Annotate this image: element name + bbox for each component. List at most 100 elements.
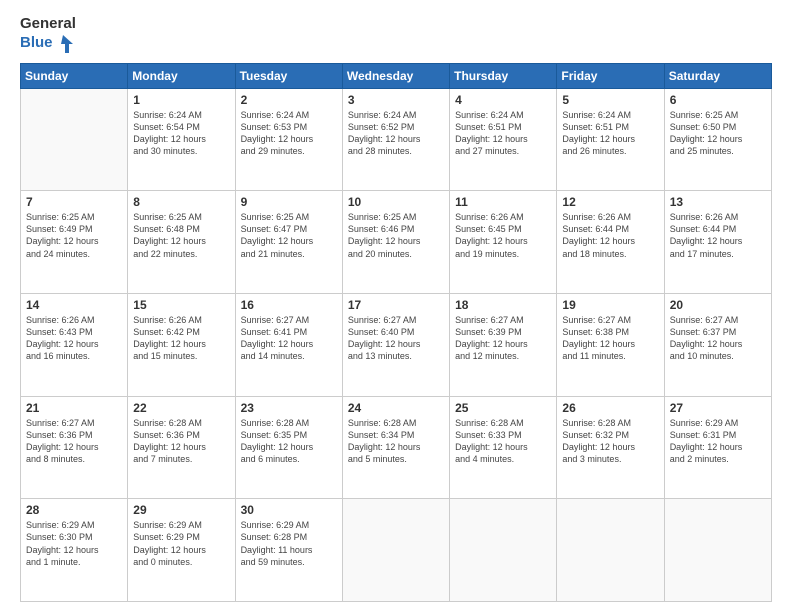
calendar-cell: 30 Sunrise: 6:29 AM Sunset: 6:28 PM Dayli… — [235, 499, 342, 602]
calendar-cell — [21, 88, 128, 191]
logo-blue: Blue — [20, 35, 53, 52]
calendar-cell: 4Sunrise: 6:24 AM Sunset: 6:51 PM Daylig… — [450, 88, 557, 191]
day-number: 19 — [562, 298, 658, 312]
day-number: 15 — [133, 298, 229, 312]
day-number: 11 — [455, 195, 551, 209]
calendar-week-row: 28 Sunrise: 6:29 AM Sunset: 6:30 PM Dayli… — [21, 499, 772, 602]
calendar-cell — [664, 499, 771, 602]
day-info: Sunrise: 6:29 AM Sunset: 6:29 PM Dayligh… — [133, 519, 229, 568]
day-info: Sunrise: 6:24 AM Sunset: 6:51 PM Dayligh… — [562, 109, 658, 158]
day-info: Sunrise: 6:27 AM Sunset: 6:39 PM Dayligh… — [455, 314, 551, 363]
day-number: 9 — [241, 195, 337, 209]
calendar-cell: 25Sunrise: 6:28 AM Sunset: 6:33 PM Dayli… — [450, 396, 557, 499]
day-info: Sunrise: 6:24 AM Sunset: 6:52 PM Dayligh… — [348, 109, 444, 158]
calendar-week-row: 14Sunrise: 6:26 AM Sunset: 6:43 PM Dayli… — [21, 293, 772, 396]
logo: General Blue — [20, 16, 77, 55]
day-number: 10 — [348, 195, 444, 209]
day-info: Sunrise: 6:29 AM Sunset: 6:28 PM Dayligh… — [241, 519, 337, 568]
day-info: Sunrise: 6:24 AM Sunset: 6:53 PM Dayligh… — [241, 109, 337, 158]
calendar-cell: 7Sunrise: 6:25 AM Sunset: 6:49 PM Daylig… — [21, 191, 128, 294]
day-number: 13 — [670, 195, 766, 209]
day-number: 28 — [26, 503, 122, 517]
day-info: Sunrise: 6:26 AM Sunset: 6:44 PM Dayligh… — [562, 211, 658, 260]
col-header-friday: Friday — [557, 63, 664, 88]
calendar-cell: 14Sunrise: 6:26 AM Sunset: 6:43 PM Dayli… — [21, 293, 128, 396]
day-number: 21 — [26, 401, 122, 415]
calendar-cell — [342, 499, 449, 602]
calendar-cell: 2 Sunrise: 6:24 AM Sunset: 6:53 PM Daylig… — [235, 88, 342, 191]
day-info: Sunrise: 6:26 AM Sunset: 6:44 PM Dayligh… — [670, 211, 766, 260]
day-info: Sunrise: 6:26 AM Sunset: 6:42 PM Dayligh… — [133, 314, 229, 363]
day-info: Sunrise: 6:25 AM Sunset: 6:49 PM Dayligh… — [26, 211, 122, 260]
day-info: Sunrise: 6:29 AM Sunset: 6:31 PM Dayligh… — [670, 417, 766, 466]
day-number: 12 — [562, 195, 658, 209]
calendar-cell: 21 Sunrise: 6:27 AM Sunset: 6:36 PM Dayli… — [21, 396, 128, 499]
calendar-cell: 6 Sunrise: 6:25 AM Sunset: 6:50 PM Daylig… — [664, 88, 771, 191]
calendar-cell: 26 Sunrise: 6:28 AM Sunset: 6:32 PM Dayli… — [557, 396, 664, 499]
col-header-saturday: Saturday — [664, 63, 771, 88]
calendar-cell: 1 Sunrise: 6:24 AM Sunset: 6:54 PM Daylig… — [128, 88, 235, 191]
calendar-cell: 20 Sunrise: 6:27 AM Sunset: 6:37 PM Dayli… — [664, 293, 771, 396]
calendar-cell: 15 Sunrise: 6:26 AM Sunset: 6:42 PM Dayli… — [128, 293, 235, 396]
logo-arrow-icon — [55, 33, 77, 55]
day-info: Sunrise: 6:25 AM Sunset: 6:46 PM Dayligh… — [348, 211, 444, 260]
day-number: 2 — [241, 93, 337, 107]
col-header-wednesday: Wednesday — [342, 63, 449, 88]
day-info: Sunrise: 6:27 AM Sunset: 6:40 PM Dayligh… — [348, 314, 444, 363]
day-number: 5 — [562, 93, 658, 107]
day-info: Sunrise: 6:27 AM Sunset: 6:37 PM Dayligh… — [670, 314, 766, 363]
day-number: 3 — [348, 93, 444, 107]
day-number: 16 — [241, 298, 337, 312]
calendar-cell — [450, 499, 557, 602]
col-header-sunday: Sunday — [21, 63, 128, 88]
day-number: 29 — [133, 503, 229, 517]
calendar-week-row: 1 Sunrise: 6:24 AM Sunset: 6:54 PM Daylig… — [21, 88, 772, 191]
calendar-cell: 3 Sunrise: 6:24 AM Sunset: 6:52 PM Daylig… — [342, 88, 449, 191]
col-header-thursday: Thursday — [450, 63, 557, 88]
day-number: 22 — [133, 401, 229, 415]
calendar-cell: 17 Sunrise: 6:27 AM Sunset: 6:40 PM Dayli… — [342, 293, 449, 396]
day-number: 23 — [241, 401, 337, 415]
day-number: 18 — [455, 298, 551, 312]
calendar-week-row: 7Sunrise: 6:25 AM Sunset: 6:49 PM Daylig… — [21, 191, 772, 294]
day-info: Sunrise: 6:24 AM Sunset: 6:51 PM Dayligh… — [455, 109, 551, 158]
calendar-header-row: SundayMondayTuesdayWednesdayThursdayFrid… — [21, 63, 772, 88]
calendar-cell: 19Sunrise: 6:27 AM Sunset: 6:38 PM Dayli… — [557, 293, 664, 396]
day-number: 20 — [670, 298, 766, 312]
calendar-table: SundayMondayTuesdayWednesdayThursdayFrid… — [20, 63, 772, 603]
day-info: Sunrise: 6:26 AM Sunset: 6:45 PM Dayligh… — [455, 211, 551, 260]
day-number: 27 — [670, 401, 766, 415]
calendar-cell: 27 Sunrise: 6:29 AM Sunset: 6:31 PM Dayli… — [664, 396, 771, 499]
calendar-cell: 23 Sunrise: 6:28 AM Sunset: 6:35 PM Dayli… — [235, 396, 342, 499]
day-info: Sunrise: 6:25 AM Sunset: 6:48 PM Dayligh… — [133, 211, 229, 260]
calendar-cell — [557, 499, 664, 602]
calendar-cell: 28 Sunrise: 6:29 AM Sunset: 6:30 PM Dayli… — [21, 499, 128, 602]
calendar-cell: 10 Sunrise: 6:25 AM Sunset: 6:46 PM Dayli… — [342, 191, 449, 294]
col-header-tuesday: Tuesday — [235, 63, 342, 88]
logo-general: General — [20, 16, 77, 33]
day-info: Sunrise: 6:27 AM Sunset: 6:36 PM Dayligh… — [26, 417, 122, 466]
day-info: Sunrise: 6:28 AM Sunset: 6:34 PM Dayligh… — [348, 417, 444, 466]
page-header: General Blue — [20, 16, 772, 55]
day-number: 25 — [455, 401, 551, 415]
calendar-cell: 29 Sunrise: 6:29 AM Sunset: 6:29 PM Dayli… — [128, 499, 235, 602]
calendar-cell: 24Sunrise: 6:28 AM Sunset: 6:34 PM Dayli… — [342, 396, 449, 499]
day-number: 30 — [241, 503, 337, 517]
day-info: Sunrise: 6:28 AM Sunset: 6:32 PM Dayligh… — [562, 417, 658, 466]
day-info: Sunrise: 6:28 AM Sunset: 6:35 PM Dayligh… — [241, 417, 337, 466]
day-number: 6 — [670, 93, 766, 107]
day-number: 26 — [562, 401, 658, 415]
calendar-cell: 11 Sunrise: 6:26 AM Sunset: 6:45 PM Dayli… — [450, 191, 557, 294]
day-info: Sunrise: 6:25 AM Sunset: 6:47 PM Dayligh… — [241, 211, 337, 260]
calendar-cell: 12 Sunrise: 6:26 AM Sunset: 6:44 PM Dayli… — [557, 191, 664, 294]
calendar-cell: 16Sunrise: 6:27 AM Sunset: 6:41 PM Dayli… — [235, 293, 342, 396]
day-info: Sunrise: 6:29 AM Sunset: 6:30 PM Dayligh… — [26, 519, 122, 568]
day-info: Sunrise: 6:24 AM Sunset: 6:54 PM Dayligh… — [133, 109, 229, 158]
day-info: Sunrise: 6:25 AM Sunset: 6:50 PM Dayligh… — [670, 109, 766, 158]
calendar-cell: 22Sunrise: 6:28 AM Sunset: 6:36 PM Dayli… — [128, 396, 235, 499]
day-number: 8 — [133, 195, 229, 209]
calendar-cell: 9 Sunrise: 6:25 AM Sunset: 6:47 PM Daylig… — [235, 191, 342, 294]
day-number: 17 — [348, 298, 444, 312]
calendar-cell: 5 Sunrise: 6:24 AM Sunset: 6:51 PM Daylig… — [557, 88, 664, 191]
day-number: 1 — [133, 93, 229, 107]
